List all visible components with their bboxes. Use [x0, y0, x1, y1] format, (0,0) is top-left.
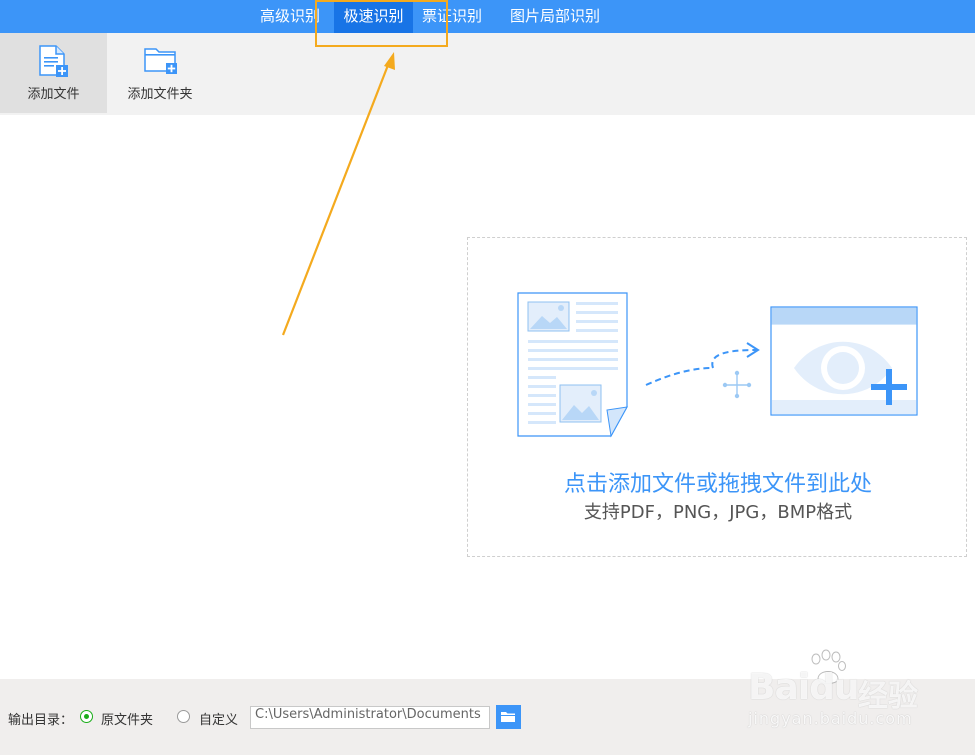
annotation-arrow-icon — [281, 52, 395, 336]
ocr-app-window: 高级识别 极速识别 票证识别 图片局部识别 添加文件 添加文件夹 点击添加文件或… — [0, 0, 975, 755]
